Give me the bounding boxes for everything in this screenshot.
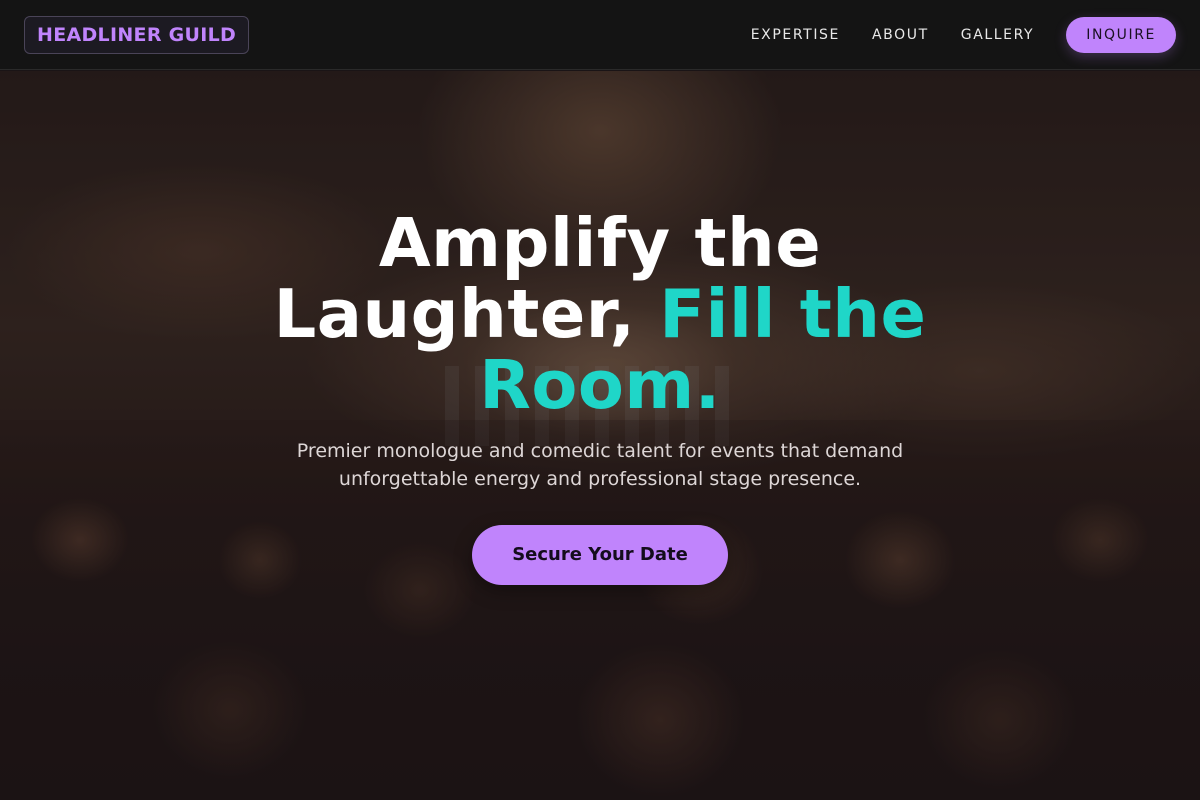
nav-links: EXPERTISE ABOUT GALLERY INQUIRE: [719, 16, 1176, 53]
secure-your-date-button[interactable]: Secure Your Date: [472, 525, 728, 585]
page: HEADLINER GUILD EXPERTISE ABOUT GALLERY …: [0, 0, 1200, 800]
nav-link-gallery[interactable]: GALLERY: [961, 27, 1034, 43]
hero-headline: Amplify the Laughter, Fill the Room.: [220, 208, 980, 421]
inquire-button[interactable]: INQUIRE: [1066, 16, 1176, 53]
brand-logo[interactable]: HEADLINER GUILD: [24, 15, 250, 54]
hero-subtext: Premier monologue and comedic talent for…: [296, 440, 904, 490]
hero-content: Amplify the Laughter, Fill the Room. Pre…: [0, 0, 1200, 800]
navbar: HEADLINER GUILD EXPERTISE ABOUT GALLERY …: [0, 0, 1200, 70]
nav-link-about[interactable]: ABOUT: [872, 27, 929, 43]
nav-link-expertise[interactable]: EXPERTISE: [751, 27, 840, 43]
